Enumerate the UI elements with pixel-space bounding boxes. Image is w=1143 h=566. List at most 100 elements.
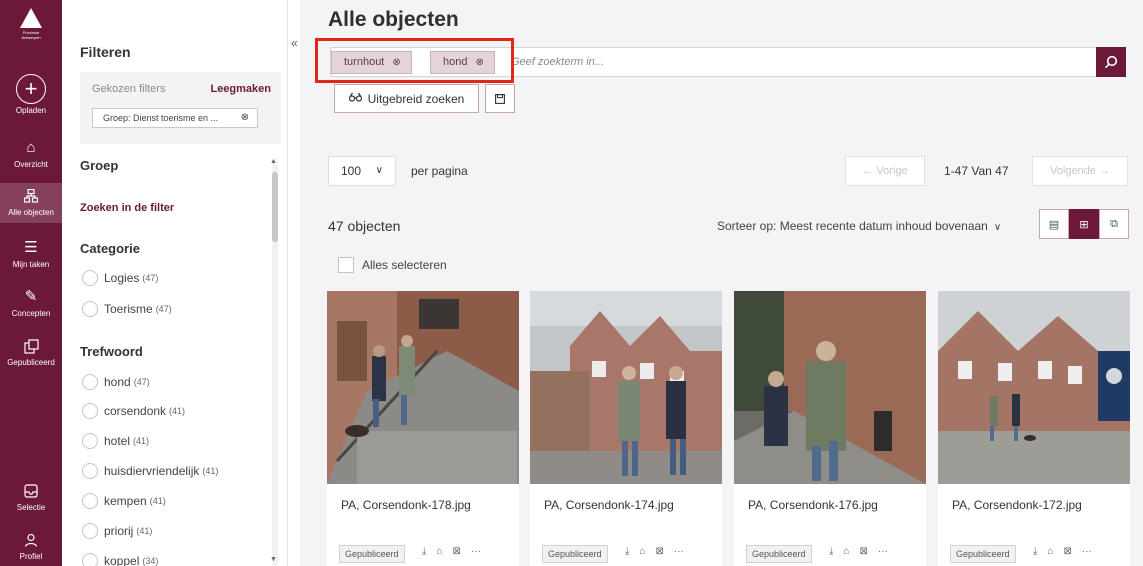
radio-circle[interactable]: [82, 301, 98, 317]
category-option[interactable]: Toerisme (47): [82, 299, 172, 319]
rail-item-profile[interactable]: Profiel: [0, 530, 62, 561]
filter-panel: Filteren Gekozen filters Leegmaken Groep…: [62, 0, 287, 566]
status-badge: Gepubliceerd: [339, 545, 405, 563]
keyword-option[interactable]: corsendonk (41): [82, 401, 185, 421]
add-to-selection-icon[interactable]: ⊠: [655, 546, 663, 557]
add-to-selection-icon[interactable]: ⊠: [859, 546, 867, 557]
gallery-view-button[interactable]: ⧉: [1099, 209, 1129, 239]
share-icon[interactable]: ⌂: [843, 546, 849, 557]
download-icon[interactable]: ⤓: [422, 546, 426, 557]
collapse-panel-icon[interactable]: «: [291, 36, 298, 50]
province-logo[interactable]: Provincie Antwerpen: [15, 8, 47, 50]
rail-label: Mijn taken: [12, 260, 50, 269]
rail-label: Profiel: [19, 552, 43, 561]
radio-circle[interactable]: [82, 463, 98, 479]
scroll-up-arrow-icon[interactable]: ▲: [270, 158, 277, 165]
asset-card[interactable]: PA, Corsendonk-172.jpg Gepubliceerd ⤓ ⌂ …: [938, 291, 1130, 566]
asset-card[interactable]: PA, Corsendonk-178.jpg Gepubliceerd ⤓ ⌂ …: [327, 291, 519, 566]
sort-label: Sorteer op: Meest recente datum inhoud b…: [717, 219, 988, 233]
asset-filename[interactable]: PA, Corsendonk-178.jpg: [341, 498, 471, 512]
keyword-option[interactable]: priorij (41): [82, 521, 152, 541]
card-actions: ⤓ ⌂ ⊠ ···: [625, 546, 684, 557]
radio-circle[interactable]: [82, 403, 98, 419]
app-rail: Provincie Antwerpen + Opladen ⌂ Overzich…: [0, 0, 62, 566]
radio-circle[interactable]: [82, 433, 98, 449]
chevron-down-icon: ∨: [993, 222, 1002, 233]
pencil-icon: ✎: [24, 288, 38, 305]
keyword-option[interactable]: huisdiervriendelijk (41): [82, 461, 218, 481]
group-section-title[interactable]: Groep: [80, 158, 118, 173]
asset-card[interactable]: PA, Corsendonk-174.jpg Gepubliceerd ⤓ ⌂ …: [530, 291, 722, 566]
asset-thumbnail[interactable]: [734, 291, 926, 484]
rail-item-all-objects[interactable]: Alle objecten: [0, 183, 62, 223]
add-to-selection-icon[interactable]: ⊠: [452, 546, 460, 557]
keyword-section-title[interactable]: Trefwoord: [80, 344, 143, 359]
asset-filename[interactable]: PA, Corsendonk-174.jpg: [544, 498, 674, 512]
sort-dropdown[interactable]: Sorteer op: Meest recente datum inhoud b…: [717, 219, 1001, 233]
asset-filename[interactable]: PA, Corsendonk-172.jpg: [952, 498, 1082, 512]
asset-thumbnail[interactable]: [327, 291, 519, 484]
option-label: kempen: [104, 494, 147, 508]
upload-plus-icon: +: [16, 74, 46, 104]
rail-item-concepts[interactable]: ✎ Concepten: [0, 287, 62, 318]
per-page-select[interactable]: 100 ∨: [328, 156, 396, 186]
rail-item-overview[interactable]: ⌂ Overzicht: [0, 138, 62, 169]
keyword-option[interactable]: hond (47): [82, 372, 150, 392]
list-view-icon: ▤: [1048, 218, 1060, 231]
asset-thumbnail[interactable]: [530, 291, 722, 484]
more-icon[interactable]: ···: [674, 546, 684, 557]
option-count: (47): [142, 273, 159, 283]
list-view-button[interactable]: ▤: [1039, 209, 1069, 239]
clear-filters-link[interactable]: Leegmaken: [210, 83, 271, 95]
chosen-filters-box: Gekozen filters Leegmaken Groep: Dienst …: [80, 72, 281, 144]
rail-label: Opladen: [15, 106, 47, 115]
filter-scroll-thumb[interactable]: [272, 172, 278, 242]
keyword-option[interactable]: kempen (41): [82, 491, 166, 511]
radio-circle[interactable]: [82, 523, 98, 539]
asset-card[interactable]: PA, Corsendonk-176.jpg Gepubliceerd ⤓ ⌂ …: [734, 291, 926, 566]
remove-chip-icon[interactable]: ⊗: [241, 109, 249, 127]
rail-item-selection[interactable]: Selectie: [0, 481, 62, 512]
asset-filename[interactable]: PA, Corsendonk-176.jpg: [748, 498, 878, 512]
gallery-view-icon: ⧉: [1110, 217, 1118, 230]
rail-item-published[interactable]: Gepubliceerd: [0, 336, 62, 367]
share-icon[interactable]: ⌂: [436, 546, 442, 557]
keyword-option[interactable]: koppel (34): [82, 551, 158, 566]
download-icon[interactable]: ⤓: [829, 546, 833, 557]
pagination-info: 1-47 Van 47: [944, 164, 1009, 178]
checkbox[interactable]: [338, 257, 354, 273]
keyword-option[interactable]: hotel (41): [82, 431, 149, 451]
select-all-checkbox[interactable]: Alles selecteren: [338, 257, 447, 273]
chosen-filter-chip[interactable]: Groep: Dienst toerisme en ... ⊗: [92, 108, 258, 128]
chosen-filters-label: Gekozen filters: [92, 83, 166, 95]
download-icon[interactable]: ⤓: [625, 546, 629, 557]
share-icon[interactable]: ⌂: [639, 546, 645, 557]
advanced-search-button[interactable]: Uitgebreid zoeken: [334, 84, 479, 113]
radio-circle[interactable]: [82, 270, 98, 286]
category-section-title[interactable]: Categorie: [80, 241, 140, 256]
add-to-selection-icon[interactable]: ⊠: [1063, 546, 1071, 557]
option-label: hotel: [104, 434, 131, 448]
rail-item-upload[interactable]: + Opladen: [0, 74, 62, 115]
scroll-down-arrow-icon[interactable]: ▼: [270, 556, 277, 563]
status-badge: Gepubliceerd: [542, 545, 608, 563]
more-icon[interactable]: ···: [1082, 546, 1092, 557]
category-option[interactable]: Logies (47): [82, 268, 158, 288]
grid-view-button[interactable]: ⊞: [1069, 209, 1099, 239]
radio-circle[interactable]: [82, 493, 98, 509]
share-icon[interactable]: ⌂: [1047, 546, 1053, 557]
rail-label: Selectie: [16, 503, 46, 512]
radio-circle[interactable]: [82, 553, 98, 566]
next-page-button[interactable]: Volgende →: [1032, 156, 1128, 186]
download-icon[interactable]: ⤓: [1033, 546, 1037, 557]
asset-thumbnail[interactable]: [938, 291, 1130, 484]
more-icon[interactable]: ···: [878, 546, 888, 557]
previous-page-button[interactable]: ← Vorige: [845, 156, 925, 186]
rail-item-tasks[interactable]: ☰ Mijn taken: [0, 238, 62, 269]
search-in-filter-link[interactable]: Zoeken in de filter: [80, 202, 174, 214]
option-count: (47): [133, 377, 150, 387]
radio-circle[interactable]: [82, 374, 98, 390]
save-search-button[interactable]: [485, 84, 515, 113]
search-button[interactable]: [1096, 47, 1126, 77]
more-icon[interactable]: ···: [471, 546, 481, 557]
